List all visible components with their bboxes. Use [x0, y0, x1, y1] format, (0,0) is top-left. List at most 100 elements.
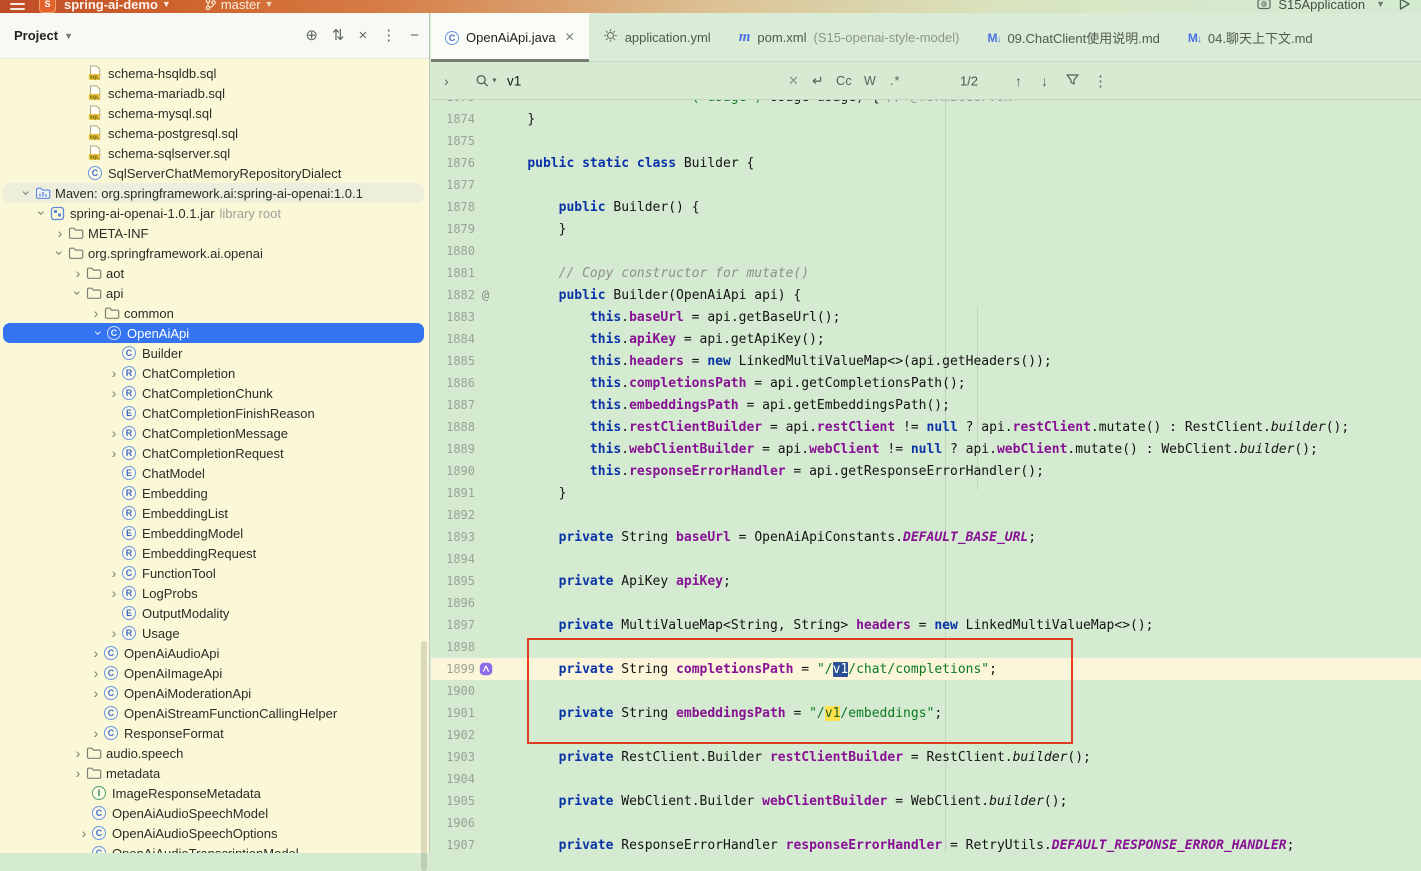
tree-item-schema-mysql-sql[interactable]: SQLschema-mysql.sql: [0, 103, 429, 123]
tree-item-chatcompletionchunk[interactable]: ›RChatCompletionChunk: [0, 383, 429, 403]
tree-chevron-icon[interactable]: ›: [88, 726, 104, 740]
code-line-1895[interactable]: 1895 private ApiKey apiKey;: [431, 570, 1421, 592]
clear-search-icon[interactable]: ✕: [788, 73, 799, 89]
tree-item-chatcompletion[interactable]: ›RChatCompletion: [0, 363, 429, 383]
code-line-1881[interactable]: 1881 // Copy constructor for mutate(): [431, 262, 1421, 284]
tree-item-chatcompletionmessage[interactable]: ›RChatCompletionMessage: [0, 423, 429, 443]
expand-collapse-icon[interactable]: ⇅: [332, 28, 345, 43]
tree-item-schema-postgresql-sql[interactable]: SQLschema-postgresql.sql: [0, 123, 429, 143]
tree-item-embeddinglist[interactable]: REmbeddingList: [0, 503, 429, 523]
locate-file-icon[interactable]: ⊕: [305, 28, 318, 43]
next-match-icon[interactable]: ↓: [1041, 73, 1048, 89]
newline-icon[interactable]: ↵: [812, 72, 824, 89]
code-line-1905[interactable]: 1905 private WebClient.Builder webClient…: [431, 790, 1421, 812]
run-config-selector[interactable]: S15Application: [1278, 0, 1365, 12]
project-selector[interactable]: spring-ai-demo: [64, 0, 158, 12]
code-line-1885[interactable]: 1885 this.headers = new LinkedMultiValue…: [431, 350, 1421, 372]
code-line-1874[interactable]: 1874 }: [431, 108, 1421, 130]
tree-item-chatcompletionrequest[interactable]: ›RChatCompletionRequest: [0, 443, 429, 463]
tree-chevron-icon[interactable]: ›: [53, 245, 67, 261]
code-line-1877[interactable]: 1877: [431, 174, 1421, 196]
tab-09-chatclient-md[interactable]: M↓09.ChatClient使用说明.md: [973, 13, 1173, 61]
tree-scrollbar[interactable]: [421, 641, 427, 871]
code-line-1882[interactable]: 1882@ public Builder(OpenAiApi api) {: [431, 284, 1421, 306]
tree-item-outputmodality[interactable]: EOutputModality: [0, 603, 429, 623]
tree-item-logprobs[interactable]: ›RLogProbs: [0, 583, 429, 603]
code-line-1873[interactable]: 1873 ("usage") Usage usage) { // @format…: [431, 100, 1421, 108]
tree-item-functiontool[interactable]: ›CFunctionTool: [0, 563, 429, 583]
tree-chevron-icon[interactable]: ›: [106, 366, 122, 380]
run-button[interactable]: [1398, 0, 1411, 11]
code-line-1892[interactable]: 1892: [431, 504, 1421, 526]
tree-item-embeddingrequest[interactable]: REmbeddingRequest: [0, 543, 429, 563]
tree-item-responseformat[interactable]: ›CResponseFormat: [0, 723, 429, 743]
tree-chevron-icon[interactable]: ›: [106, 586, 122, 600]
tree-item-metadata[interactable]: ›metadata: [0, 763, 429, 783]
tree-item-spring-ai-openai-1-0-1-jar[interactable]: ›spring-ai-openai-1.0.1.jarlibrary root: [0, 203, 429, 223]
tree-chevron-icon[interactable]: ›: [106, 446, 122, 460]
code-line-1889[interactable]: 1889 this.webClientBuilder = api.webClie…: [431, 438, 1421, 460]
code-line-1884[interactable]: 1884 this.apiKey = api.getApiKey();: [431, 328, 1421, 350]
code-line-1878[interactable]: 1878 public Builder() {: [431, 196, 1421, 218]
code-line-1879[interactable]: 1879 }: [431, 218, 1421, 240]
previous-match-icon[interactable]: ↑: [1015, 73, 1022, 89]
tree-item-audio-speech[interactable]: ›audio.speech: [0, 743, 429, 763]
tree-chevron-icon[interactable]: ›: [88, 306, 104, 320]
close-tab-icon[interactable]: ✕: [565, 30, 575, 44]
code-line-1890[interactable]: 1890 this.responseErrorHandler = api.get…: [431, 460, 1421, 482]
code-line-1891[interactable]: 1891 }: [431, 482, 1421, 504]
code-line-1883[interactable]: 1883 this.baseUrl = api.getBaseUrl();: [431, 306, 1421, 328]
code-line-1907[interactable]: 1907 private ResponseErrorHandler respon…: [431, 834, 1421, 853]
more-options-icon[interactable]: ⋮: [381, 28, 396, 43]
main-menu-icon[interactable]: [10, 0, 25, 10]
code-line-1906[interactable]: 1906: [431, 812, 1421, 834]
tree-item-api[interactable]: ›api: [0, 283, 429, 303]
tree-chevron-icon[interactable]: ›: [106, 386, 122, 400]
code-line-1893[interactable]: 1893 private String baseUrl = OpenAiApiC…: [431, 526, 1421, 548]
tree-item-meta-inf[interactable]: ›META-INF: [0, 223, 429, 243]
code-line-1887[interactable]: 1887 this.embeddingsPath = api.getEmbedd…: [431, 394, 1421, 416]
tree-chevron-icon[interactable]: ›: [76, 826, 92, 840]
tree-chevron-icon[interactable]: ›: [35, 205, 49, 221]
code-line-1876[interactable]: 1876 public static class Builder {: [431, 152, 1421, 174]
tree-item-sqlserverchatmemoryrepositorydialect[interactable]: CSqlServerChatMemoryRepositoryDialect: [0, 163, 429, 183]
search-icon[interactable]: ▼: [475, 73, 498, 88]
tree-item-openaiaudiotranscriptionmodel[interactable]: COpenAiAudioTranscriptionModel: [0, 843, 429, 853]
tree-chevron-icon[interactable]: ›: [106, 626, 122, 640]
branch-selector[interactable]: master ▼: [205, 0, 280, 12]
tree-chevron-icon[interactable]: ›: [71, 285, 85, 301]
tree-chevron-icon[interactable]: ›: [20, 185, 34, 201]
code-line-1894[interactable]: 1894: [431, 548, 1421, 570]
tree-chevron-icon[interactable]: ›: [106, 566, 122, 580]
code-line-1904[interactable]: 1904: [431, 768, 1421, 790]
code-line-1903[interactable]: 1903 private RestClient.Builder restClie…: [431, 746, 1421, 768]
code-line-1896[interactable]: 1896: [431, 592, 1421, 614]
tree-item-schema-hsqldb-sql[interactable]: SQLschema-hsqldb.sql: [0, 63, 429, 83]
tree-item-schema-mariadb-sql[interactable]: SQLschema-mariadb.sql: [0, 83, 429, 103]
tree-item-openaiapi[interactable]: ›COpenAiApi: [3, 323, 424, 343]
tree-item-openaiaudiospeechoptions[interactable]: ›COpenAiAudioSpeechOptions: [0, 823, 429, 843]
collapse-all-icon[interactable]: ×: [358, 28, 367, 43]
tree-chevron-icon[interactable]: ›: [70, 746, 86, 760]
hide-panel-icon[interactable]: −: [410, 28, 419, 43]
more-options-icon[interactable]: ⋮: [1093, 72, 1108, 90]
code-line-1880[interactable]: 1880: [431, 240, 1421, 262]
expand-find-icon[interactable]: ›: [444, 73, 449, 89]
tree-item-openaiaudioapi[interactable]: ›COpenAiAudioApi: [0, 643, 429, 663]
tree-chevron-icon[interactable]: ›: [70, 266, 86, 280]
tree-item-aot[interactable]: ›aot: [0, 263, 429, 283]
tree-item-schema-sqlserver-sql[interactable]: SQLschema-sqlserver.sql: [0, 143, 429, 163]
tree-item-embedding[interactable]: REmbedding: [0, 483, 429, 503]
code-line-1897[interactable]: 1897 private MultiValueMap<String, Strin…: [431, 614, 1421, 636]
tree-item-chatcompletionfinishreason[interactable]: EChatCompletionFinishReason: [0, 403, 429, 423]
find-query-input[interactable]: v1: [507, 73, 521, 88]
tree-chevron-icon[interactable]: ›: [52, 226, 68, 240]
tree-chevron-icon[interactable]: ›: [106, 426, 122, 440]
project-panel-title[interactable]: Project: [14, 28, 58, 43]
whole-words-toggle[interactable]: W: [864, 74, 876, 88]
tab-openaiapi-java[interactable]: COpenAiApi.java✕: [431, 13, 589, 61]
tree-item-builder[interactable]: CBuilder: [0, 343, 429, 363]
tree-chevron-icon[interactable]: ›: [88, 686, 104, 700]
tree-chevron-icon[interactable]: ›: [70, 766, 86, 780]
tree-item-openaistreamfunctioncallinghelper[interactable]: COpenAiStreamFunctionCallingHelper: [0, 703, 429, 723]
